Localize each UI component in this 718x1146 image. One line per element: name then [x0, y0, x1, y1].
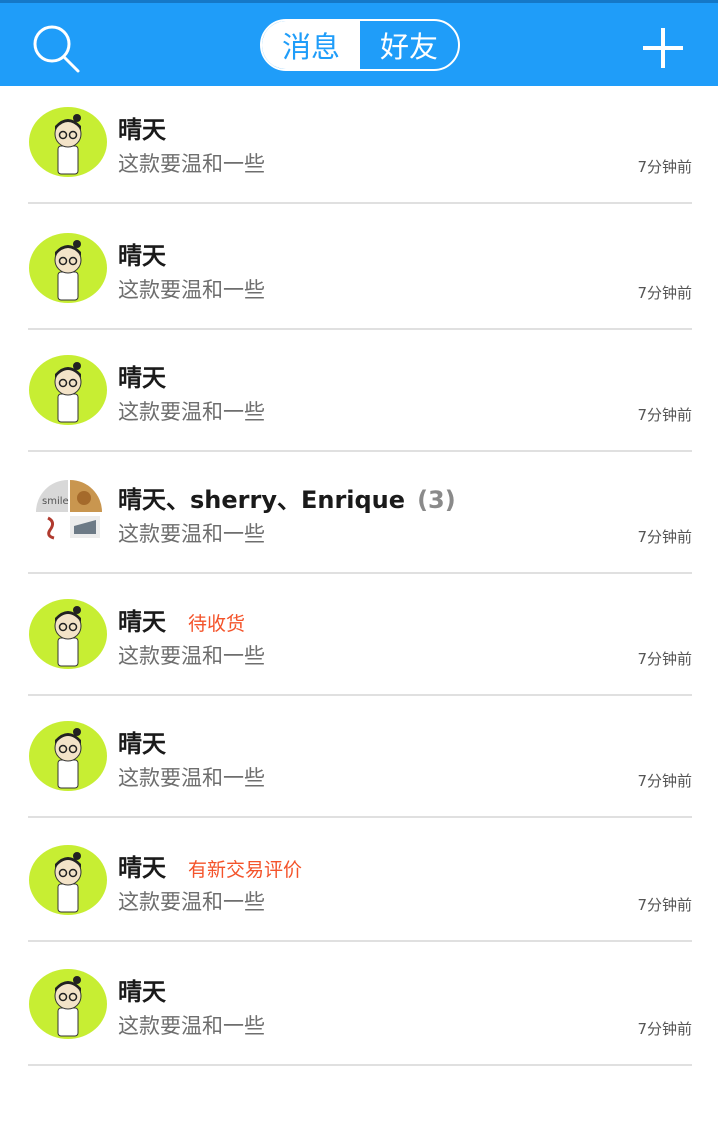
message-time: 7分钟前	[637, 650, 692, 668]
top-bar: 消息 好友	[0, 0, 718, 86]
status-tag: 待收货	[188, 613, 246, 635]
conversation-title: 晴天	[118, 110, 166, 145]
conversation-title: 晴天 有新交易评价	[118, 848, 302, 883]
message-preview: 这款要温和一些	[118, 644, 265, 668]
contact-name: 晴天	[118, 854, 166, 882]
message-preview: 这款要温和一些	[118, 522, 265, 546]
cartoon-avatar-icon	[29, 845, 107, 915]
message-friend-switch: 消息 好友	[260, 19, 460, 71]
message-preview: 这款要温和一些	[118, 400, 265, 424]
cartoon-avatar-icon	[29, 721, 107, 791]
tab-messages[interactable]: 消息	[262, 21, 360, 69]
conversation-item[interactable]: 晴天 这款要温和一些 7分钟前	[0, 942, 718, 1066]
message-time: 7分钟前	[637, 772, 692, 790]
message-preview: 这款要温和一些	[118, 1014, 265, 1038]
message-time: 7分钟前	[637, 284, 692, 302]
conversation-item[interactable]: 晴天 这款要温和一些 7分钟前	[0, 330, 718, 452]
svg-text:smile: smile	[42, 496, 69, 507]
message-time: 7分钟前	[637, 1020, 692, 1038]
message-time: 7分钟前	[637, 528, 692, 546]
cartoon-avatar-icon	[29, 355, 107, 425]
conversation-item[interactable]: 晴天 待收货 这款要温和一些 7分钟前	[0, 574, 718, 696]
conversation-item[interactable]: 晴天 有新交易评价 这款要温和一些 7分钟前	[0, 818, 718, 942]
conversation-title: 晴天	[118, 236, 166, 271]
conversation-title: 晴天	[118, 358, 166, 393]
cartoon-avatar-icon	[29, 599, 107, 669]
conversation-item[interactable]: 晴天 这款要温和一些 7分钟前	[0, 204, 718, 330]
message-time: 7分钟前	[637, 158, 692, 176]
contact-name: 晴天	[118, 978, 166, 1006]
conversation-item[interactable]: smile 晴天、sherry、Enrique (3) 这款要温和一些 7分钟前	[0, 452, 718, 574]
divider	[28, 1064, 692, 1066]
contact-name: 晴天	[118, 242, 166, 270]
cartoon-avatar-icon	[29, 969, 107, 1039]
message-preview: 这款要温和一些	[118, 890, 265, 914]
cartoon-avatar-icon	[29, 107, 107, 177]
member-count: (3)	[417, 486, 456, 514]
conversation-title: 晴天	[118, 972, 166, 1007]
status-tag: 有新交易评价	[188, 859, 303, 881]
group-name: 晴天、sherry、Enrique	[118, 486, 406, 514]
cartoon-avatar-icon	[29, 233, 107, 303]
contact-name: 晴天	[118, 116, 166, 144]
group-avatar-icon: smile	[36, 480, 102, 540]
conversation-title: 晴天	[118, 724, 166, 759]
contact-name: 晴天	[118, 608, 166, 636]
conversation-item[interactable]: 晴天 这款要温和一些 7分钟前	[0, 86, 718, 204]
conversation-item[interactable]: 晴天 这款要温和一些 7分钟前	[0, 696, 718, 818]
tab-friends[interactable]: 好友	[360, 21, 458, 69]
conversation-title: 晴天、sherry、Enrique (3)	[118, 480, 456, 515]
contact-name: 晴天	[118, 730, 166, 758]
message-time: 7分钟前	[637, 896, 692, 914]
message-time: 7分钟前	[637, 406, 692, 424]
message-preview: 这款要温和一些	[118, 152, 265, 176]
contact-name: 晴天	[118, 364, 166, 392]
message-preview: 这款要温和一些	[118, 766, 265, 790]
conversation-title: 晴天 待收货	[118, 602, 245, 637]
plus-icon[interactable]	[640, 25, 686, 71]
message-preview: 这款要温和一些	[118, 278, 265, 302]
search-icon[interactable]	[28, 21, 84, 77]
